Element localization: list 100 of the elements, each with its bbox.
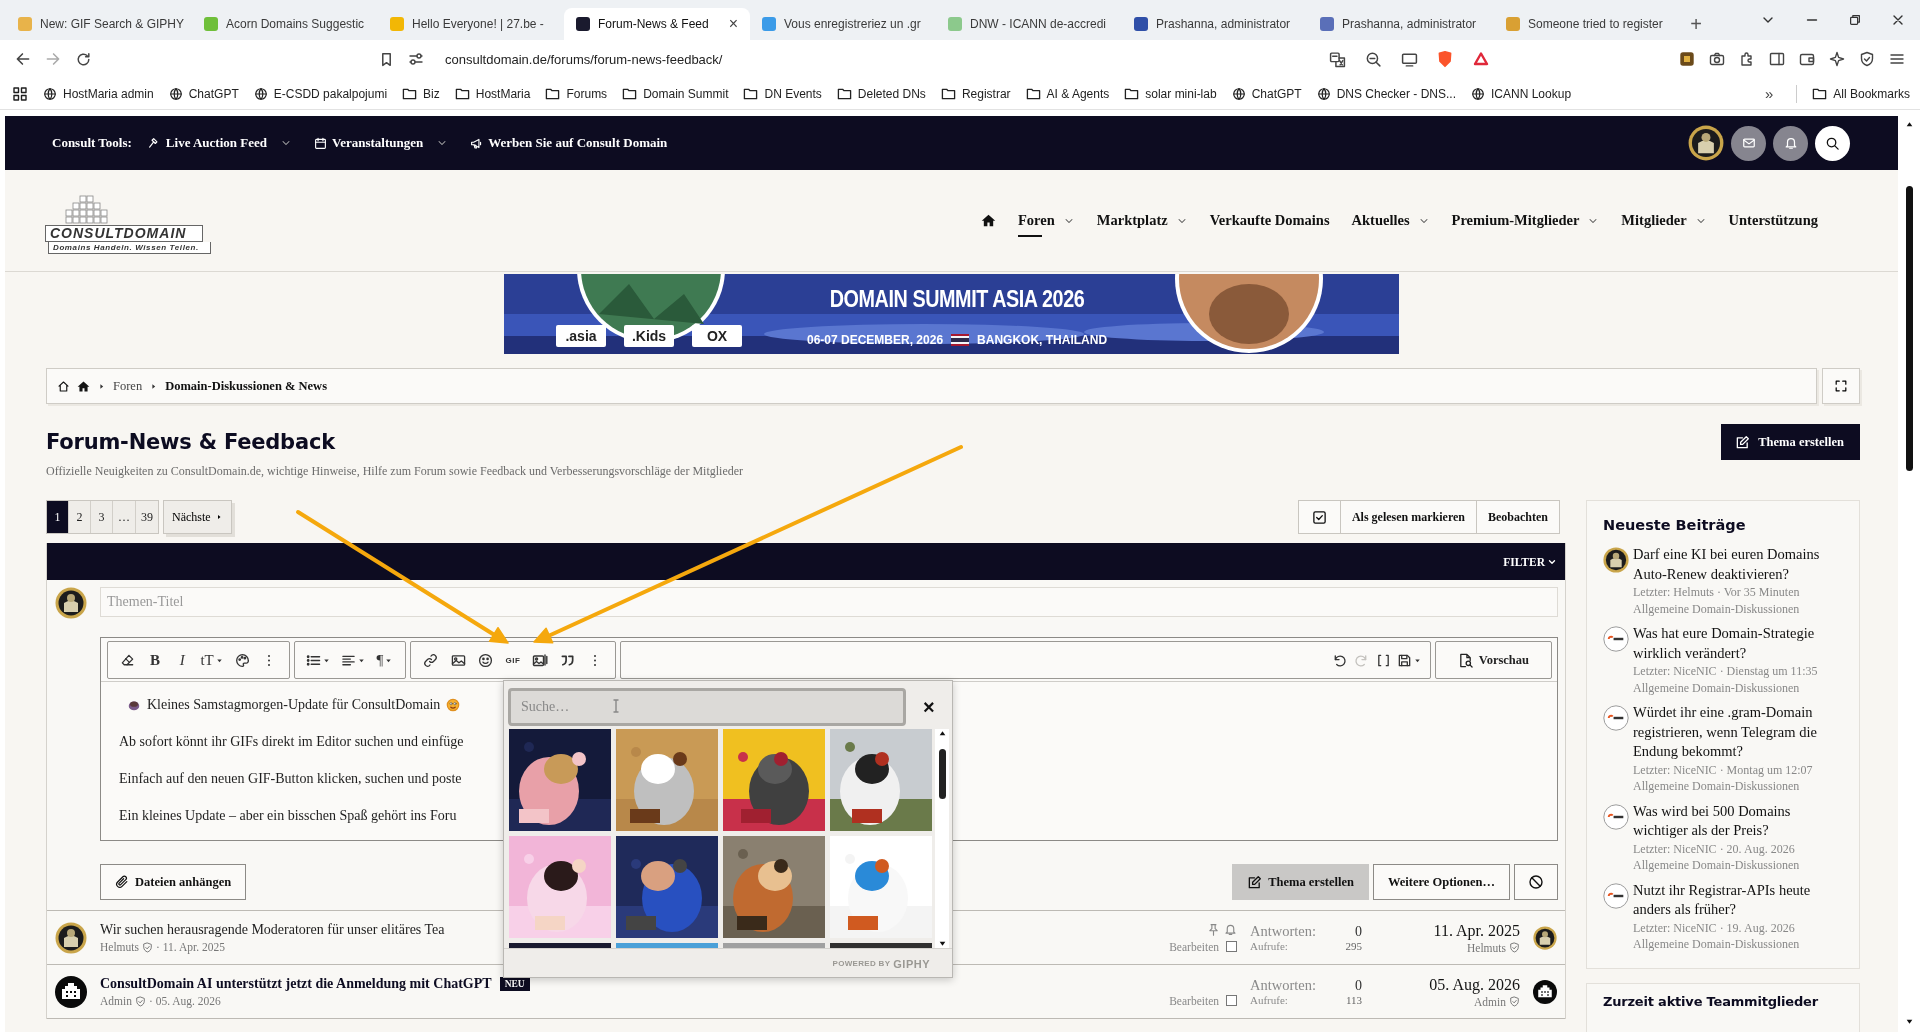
post-link[interactable]: Darf eine KI bei euren Domains Auto-Renew deaktivieren? [1633,545,1845,584]
scrollbar[interactable] [935,729,949,948]
browser-tab[interactable]: Vous enregistreriez un .gr [750,8,936,40]
site-info-icon[interactable] [408,51,424,67]
last-post-user[interactable]: Helmuts [1467,941,1506,954]
bookmark[interactable]: DN Events [743,84,822,103]
home-icon[interactable] [77,379,90,393]
last-post-user[interactable]: Admin [1474,995,1506,1008]
more-options-button[interactable]: Weitere Optionen… [1372,864,1510,900]
extension-icon[interactable] [1679,51,1695,67]
title-field[interactable]: Themen-Titel [100,587,1558,617]
home-icon[interactable] [57,379,70,393]
thread-author[interactable]: Admin [100,995,132,1007]
nav-link[interactable]: Marktplatz [1096,204,1188,237]
scrollbar-thumb[interactable] [938,748,946,799]
sidebar-icon[interactable] [1769,51,1785,67]
breadcrumb-link[interactable]: Foren [113,378,143,394]
address-field[interactable]: consultdomain.de/forums/forum-news-feedback/ [441,49,1316,69]
bookmark[interactable]: AI & Agents [1025,84,1110,103]
menu-link[interactable]: Veranstaltungen [313,135,449,151]
gif-button[interactable]: GIF [501,648,524,672]
browser-tab[interactable]: Prashanna, administrator [1122,8,1308,40]
menu-link[interactable]: Live Auction Feed [147,135,292,151]
page-button[interactable]: 1 [47,501,69,533]
filter-button[interactable]: FILTER [1503,555,1557,568]
nav-link[interactable]: Foren [1018,204,1075,237]
nav-link[interactable]: Verkaufte Domains [1209,204,1330,237]
fullscreen-button[interactable] [1822,368,1860,404]
create-thread-button[interactable]: Thema erstellen [1232,864,1369,900]
watch-button[interactable]: Beobachten [1477,501,1559,533]
checkbox[interactable] [1226,995,1237,1006]
restore-icon[interactable] [1848,13,1862,27]
nav-link[interactable]: Aktuelles [1351,204,1430,237]
scrollbar-thumb[interactable] [1905,185,1913,471]
create-thread-button[interactable]: Thema erstellen [1721,424,1860,460]
notifications-button[interactable] [1773,125,1808,161]
post-link[interactable]: Was wird bei 500 Domains wichtiger als der Preis? [1633,801,1845,841]
camera-icon[interactable] [1709,51,1725,67]
nav-link[interactable]: Unterstützung [1728,204,1818,237]
nav-link[interactable]: Mitglieder [1621,204,1707,237]
checkbox[interactable] [1226,941,1237,952]
bookmark[interactable]: ICANN Lookup [1471,84,1572,103]
search-field[interactable]: Suche… [508,688,906,726]
apps-icon[interactable] [12,85,28,102]
bookmark[interactable]: Forums [545,84,608,103]
bookmark[interactable]: HostMaria admin [43,84,154,103]
thread-author[interactable]: Helmuts [100,941,139,953]
triangle-icon[interactable] [1473,51,1489,67]
browser-tab[interactable]: Someone tried to register [1494,8,1680,40]
cancel-button[interactable] [1514,864,1558,900]
bookmark[interactable]: DNS Checker - DNS... [1316,84,1456,103]
puzzle-icon[interactable] [1739,51,1755,67]
browser-tab[interactable]: Forum-News & Feed × [564,8,750,40]
post-link[interactable]: Würdet ihr eine .gram-Domain registrieren, wenn Telegram die Endung bekommt? [1633,703,1845,762]
post-link[interactable]: Was hat eure Domain-Strategie wirklich verändert? [1633,624,1845,663]
nav-link[interactable]: Premium-Mitglieder [1451,204,1600,237]
more-bookmarks-button[interactable]: » [1756,85,1782,102]
browser-tab[interactable]: Prashanna, administrator [1308,8,1494,40]
forum-link[interactable]: Allgemeine Domain-Diskussionen [1633,778,1845,795]
next-page-button[interactable]: Nächste [163,500,232,534]
forum-link[interactable]: Allgemeine Domain-Diskussionen [1633,857,1845,874]
bookmark[interactable]: Biz [402,84,440,103]
browser-tab[interactable]: New: GIF Search & GIPHY [6,8,192,40]
browser-tab[interactable]: DNW - ICANN de-accredi [936,8,1122,40]
close-tab-button[interactable]: × [724,15,742,33]
forum-link[interactable]: Allgemeine Domain-Diskussionen [1633,600,1845,617]
close-button[interactable]: × [919,695,939,719]
sparkle-icon[interactable] [1829,51,1845,67]
browser-tab[interactable]: Hello Everyone! | 27.be - [378,8,564,40]
translate-icon[interactable] [1328,50,1346,68]
bookmark[interactable]: All Bookmarks [1812,84,1910,103]
bookmark[interactable]: ChatGPT [1231,84,1302,103]
forum-link[interactable]: Allgemeine Domain-Diskussionen [1633,679,1845,696]
bold-button[interactable]: B [143,648,166,672]
attach-files-button[interactable]: Dateien anhängen [100,864,247,900]
messages-button[interactable] [1731,125,1766,161]
back-icon[interactable] [14,50,32,68]
new-tab-button[interactable]: + [1680,8,1712,40]
reload-icon[interactable] [74,50,92,68]
thread-title[interactable]: ConsultDomain AI unterstützt jetzt die Anmeldung mit ChatGPT [100,976,492,992]
bookmark[interactable]: Deleted DNs [836,84,926,103]
preview-button[interactable]: Vorschau [1434,641,1552,679]
browser-tab[interactable]: Acorn Domains Suggestic [192,8,378,40]
post-link[interactable]: Nutzt ihr Registrar-APIs heute anders als früher? [1633,880,1845,920]
bookmark[interactable]: ChatGPT [168,84,239,103]
shield-icon[interactable] [1859,51,1875,67]
zoom-icon[interactable] [1364,50,1382,68]
menu-icon[interactable] [1889,51,1905,67]
thread-title[interactable]: Wir suchen herausragende Moderatoren für unser elitäres Tea [100,922,445,938]
bookmark[interactable]: Domain Summit [622,84,729,103]
menu-link[interactable]: Werben Sie auf Consult Domain [470,135,668,151]
bookmark[interactable]: HostMaria [454,84,531,103]
wallet-icon[interactable] [1799,51,1815,67]
bookmark[interactable]: Registrar [940,84,1011,103]
mark-read-button[interactable]: Als gelesen markieren [1340,501,1477,533]
search-button[interactable] [1815,125,1850,161]
forum-link[interactable]: Allgemeine Domain-Diskussionen [1633,936,1845,953]
paragraph-button[interactable]: ¶ [374,648,396,672]
bookmark[interactable]: solar mini-lab [1124,84,1217,103]
bookmark[interactable]: E-CSDD pakalpojumi [253,84,388,103]
